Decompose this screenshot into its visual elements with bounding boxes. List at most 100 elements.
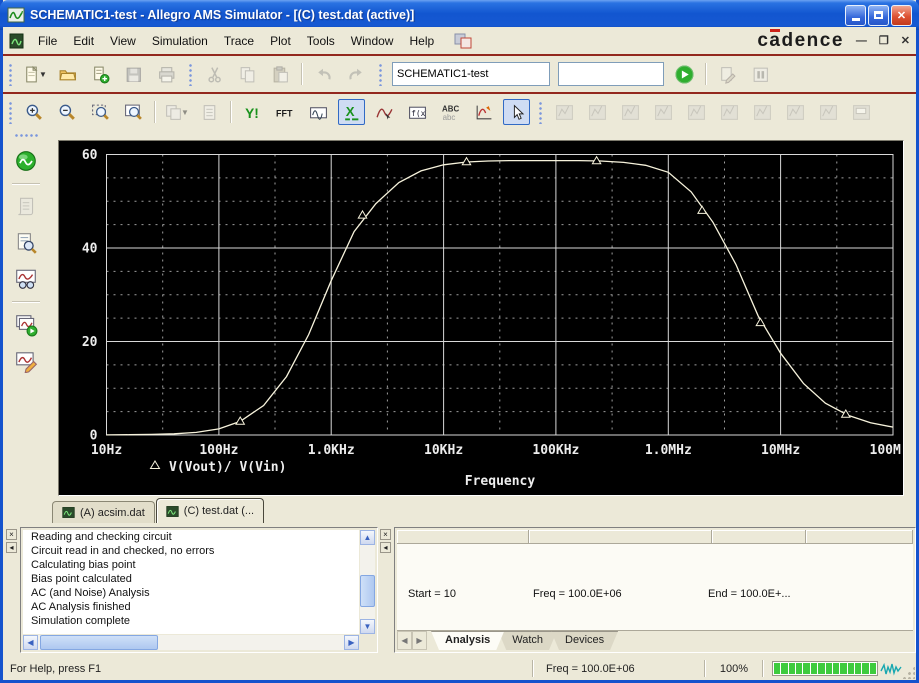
window-title: SCHEMATIC1-test - Allegro AMS Simulator … [30,8,415,22]
progress-cell [803,663,810,674]
toolbar-drag-handle[interactable] [7,100,13,124]
waveform-file-icon [166,505,179,517]
new-simulation-profile-button[interactable] [87,61,114,87]
zoom-out-button[interactable] [54,99,81,125]
simulation-results-button[interactable] [11,146,41,176]
tab-devices[interactable]: Devices [551,631,618,650]
tab-watch[interactable]: Watch [498,631,557,650]
column-header[interactable] [712,530,806,544]
title-bar[interactable]: SCHEMATIC1-test - Allegro AMS Simulator … [0,0,919,30]
run-queued-simulations-button[interactable] [11,310,41,340]
tab-scroll-right-icon[interactable]: ▶ [412,631,427,650]
open-file-button[interactable] [54,61,81,87]
svg-text:10MHz: 10MHz [761,443,800,458]
view-netlist-button [11,192,41,222]
pause-button [747,61,774,87]
status-progress [764,661,916,677]
plot-tab[interactable]: (C) test.dat (... [155,498,265,523]
app-window: SCHEMATIC1-test - Allegro AMS Simulator … [0,0,919,683]
toolbar-separator [301,63,303,85]
menu-file[interactable]: File [30,30,65,52]
app-icon [7,7,25,23]
scroll-thumb[interactable] [40,635,158,650]
mdi-close-button[interactable]: ✕ [901,34,910,47]
run-target-combobox[interactable] [558,62,664,86]
zoom-area-button[interactable] [87,99,114,125]
text-label-button[interactable]: ABC abc [437,99,464,125]
toolbar-drag-handle[interactable] [7,62,13,86]
log-horizontal-scrollbar[interactable]: ◀ ▶ [23,635,359,650]
maximize-button[interactable] [868,4,889,26]
y-axis-log-button[interactable]: Y! [239,99,266,125]
view-output-file-button[interactable] [11,228,41,258]
status-freq-text: Freq = 100.0E+06 [546,662,635,675]
new-simulation-button[interactable]: ▼ [21,61,48,87]
progress-cell [825,663,832,674]
schematic-link-icon[interactable] [452,31,474,51]
log-vertical-scrollbar[interactable]: ▲ ▼ [360,530,375,634]
menu-help[interactable]: Help [401,30,442,52]
toolbar-drag-handle[interactable] [537,100,543,124]
status-pin-icon[interactable]: ◂ [380,542,391,553]
simulation-status-box: Start = 10 Freq = 100.0E+06 End = 100.0E… [394,527,916,653]
performance-analysis-button[interactable] [305,99,332,125]
minimize-button[interactable] [845,4,866,26]
simulation-sidebar [5,130,46,522]
mark-data-points-button[interactable] [470,99,497,125]
svg-text:abc: abc [443,112,456,121]
scroll-right-icon[interactable]: ▶ [344,635,359,650]
log-line: Calculating bias point [31,559,136,571]
svg-text:10Hz: 10Hz [91,443,122,458]
scroll-left-icon[interactable]: ◀ [23,635,38,650]
fft-button[interactable]: FFT [272,99,299,125]
menu-view[interactable]: View [102,30,144,52]
toolbar-drag-handle[interactable] [377,62,383,86]
tab-scroll-left-icon[interactable]: ◀ [397,631,412,650]
output-log-list[interactable]: Reading and checking circuit Circuit read… [23,530,359,634]
log-pin-icon[interactable]: ◂ [6,542,17,553]
output-log-box: Reading and checking circuit Circuit read… [20,527,378,653]
simulation-profile-combobox[interactable] [392,62,550,86]
cursor-max-button [683,99,710,125]
menu-plot[interactable]: Plot [262,30,299,52]
menu-window[interactable]: Window [343,30,402,52]
evaluate-measurement-button[interactable] [371,99,398,125]
status-close-icon[interactable]: × [380,529,391,540]
menu-trace[interactable]: Trace [216,30,262,52]
toolbar-drag-handle[interactable] [187,62,193,86]
menu-edit[interactable]: Edit [65,30,102,52]
cursor-peak-button [551,99,578,125]
scroll-up-icon[interactable]: ▲ [360,530,375,545]
menu-simulation[interactable]: Simulation [144,30,216,52]
tab-analysis[interactable]: Analysis [431,631,504,650]
log-close-icon[interactable]: × [6,529,17,540]
mdi-minimize-button[interactable]: — [856,35,867,47]
scroll-thumb[interactable] [360,575,375,607]
docked-panels: × ◂ Reading and checking circuit Circuit … [3,526,916,654]
toolbar-separator [705,63,707,85]
x-axis-log-button[interactable]: X [338,99,365,125]
measurement-expression-button[interactable]: f(x) [404,99,431,125]
mdi-restore-button[interactable]: ❐ [879,34,889,47]
close-button[interactable]: ✕ [891,4,912,26]
zoom-fit-button[interactable] [120,99,147,125]
waveform-plot[interactable]: 0 20 40 60 10Hz 100Hz 1.0KHz 10KHz 100KHz 1.0MHz 1… [58,140,916,496]
column-header[interactable] [397,530,529,544]
plot-tab[interactable]: (A) acsim.dat [52,501,155,523]
run-button[interactable] [671,61,698,87]
cursor-toggle-button[interactable] [503,99,530,125]
column-header[interactable] [529,530,712,544]
status-bar: For Help, press F1 Freq = 100.0E+06 100% [3,657,916,680]
progress-cell [854,663,862,674]
paste-button [267,61,294,87]
column-header[interactable] [806,530,913,544]
simulation-status-panel: × ◂ Start = 10 Freq = 100.0E+06 End = 10… [380,526,916,654]
view-simulation-queue-button[interactable] [11,264,41,294]
edit-simulation-settings-button[interactable] [11,346,41,376]
menu-tools[interactable]: Tools [299,30,343,52]
scroll-down-icon[interactable]: ▼ [360,619,375,634]
view-log-button [196,99,223,125]
redo-button [343,61,370,87]
zoom-in-button[interactable] [21,99,48,125]
sidebar-drag-handle[interactable] [13,133,38,139]
